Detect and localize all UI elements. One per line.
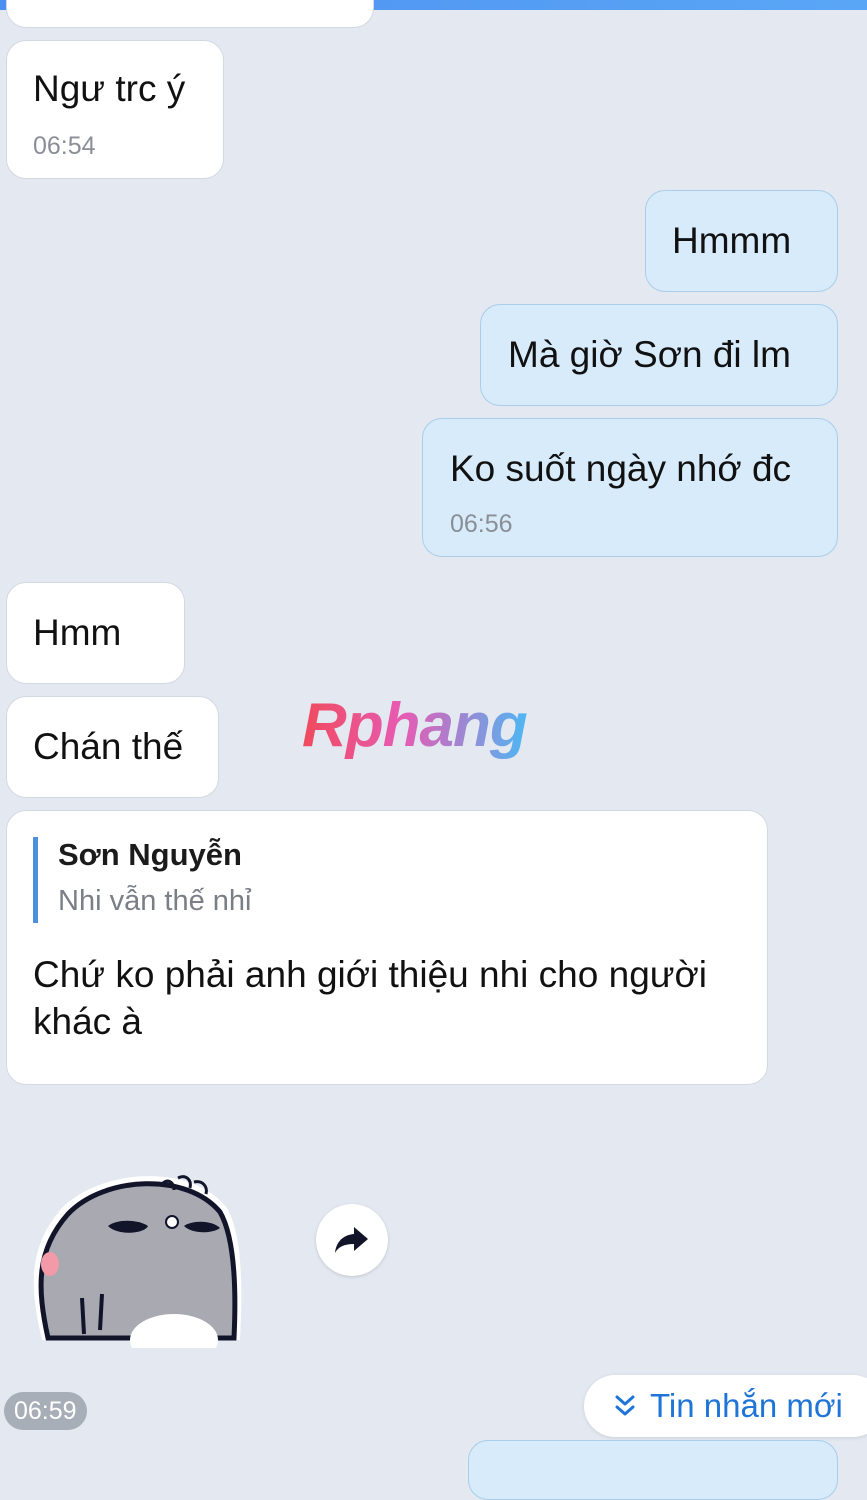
new-messages-label: Tin nhắn mới	[650, 1387, 843, 1424]
message-bubble-incoming[interactable]: Chán thế	[6, 696, 219, 798]
message-text: Hmmm	[672, 220, 792, 261]
message-text: Chứ ko phải anh giới thiệu nhi cho người…	[33, 954, 708, 1042]
sticker-image[interactable]	[22, 1168, 252, 1366]
message-text: Ngư trc ý	[33, 68, 186, 109]
quoted-message[interactable]: Sơn Nguyễn Nhi vẫn thế nhỉ	[33, 837, 251, 923]
double-chevron-down-icon	[615, 1395, 635, 1416]
message-text: Hmm	[33, 612, 122, 653]
message-bubble-outgoing[interactable]: Ko suốt ngày nhớ đc 06:56	[422, 418, 838, 557]
message-bubble-outgoing[interactable]: Hmmm	[645, 190, 838, 292]
message-text: Mà giờ Sơn đi lm	[508, 334, 791, 375]
message-bubble-incoming[interactable]: Ngư trc ý 06:54	[6, 40, 224, 179]
message-time: 06:56	[450, 510, 513, 538]
message-bubble-partial[interactable]	[468, 1440, 838, 1500]
quoted-sender-name: Sơn Nguyễn	[58, 837, 242, 872]
message-bubble-incoming[interactable]: Hmm	[6, 582, 185, 684]
message-bubble-partial[interactable]	[6, 0, 374, 28]
message-time: 06:54	[33, 132, 96, 160]
forward-arrow-icon	[335, 1227, 368, 1253]
new-messages-button[interactable]: Tin nhắn mới	[584, 1375, 867, 1437]
forward-button[interactable]	[316, 1204, 388, 1276]
message-bubble-outgoing[interactable]: Mà giờ Sơn đi lm	[480, 304, 838, 406]
message-text: Ko suốt ngày nhớ đc	[450, 448, 792, 489]
quoted-message-text: Nhi vẫn thế nhỉ	[58, 885, 252, 917]
sticker-time: 06:59	[4, 1392, 87, 1430]
message-text: Chán thế	[33, 726, 184, 767]
watermark: Rphang	[302, 691, 528, 760]
reply-message-bubble[interactable]: Sơn Nguyễn Nhi vẫn thế nhỉ Chứ ko phải a…	[6, 810, 768, 1085]
